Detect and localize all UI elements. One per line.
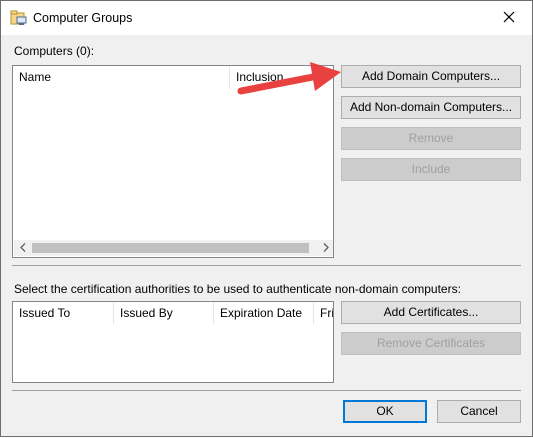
- computers-list[interactable]: Name Inclusion: [12, 65, 334, 258]
- close-button[interactable]: [486, 1, 532, 35]
- scroll-right-button[interactable]: [317, 240, 333, 256]
- certificates-list[interactable]: Issued To Issued By Expiration Date Fri: [12, 301, 334, 383]
- close-icon: [503, 11, 515, 26]
- column-header-issued-to[interactable]: Issued To: [13, 302, 113, 324]
- horizontal-scrollbar[interactable]: [14, 240, 333, 256]
- computers-label: Computers (0):: [14, 44, 95, 58]
- window-title: Computer Groups: [33, 11, 133, 25]
- cancel-button[interactable]: Cancel: [437, 400, 521, 423]
- column-header-inclusion[interactable]: Inclusion: [230, 66, 333, 88]
- certificates-label: Select the certification authorities to …: [14, 282, 461, 296]
- ok-button[interactable]: OK: [343, 400, 427, 423]
- column-header-issued-by[interactable]: Issued By: [114, 302, 213, 324]
- include-button[interactable]: Include: [341, 158, 521, 181]
- remove-certificates-button[interactable]: Remove Certificates: [341, 332, 521, 355]
- add-domain-computers-button[interactable]: Add Domain Computers...: [341, 65, 521, 88]
- separator: [12, 390, 521, 391]
- chevron-left-icon: [19, 241, 26, 255]
- computer-groups-dialog: Computer Groups Computers (0): Name Incl…: [0, 0, 533, 437]
- column-header-name[interactable]: Name: [13, 66, 229, 88]
- scrollbar-thumb[interactable]: [32, 243, 309, 253]
- title-bar: Computer Groups: [1, 1, 532, 35]
- column-header-expiration-date[interactable]: Expiration Date: [214, 302, 313, 324]
- add-certificates-button[interactable]: Add Certificates...: [341, 301, 521, 324]
- computer-groups-icon: [10, 10, 28, 26]
- separator: [12, 265, 521, 266]
- chevron-right-icon: [323, 241, 329, 255]
- remove-button[interactable]: Remove: [341, 127, 521, 150]
- add-non-domain-computers-button[interactable]: Add Non-domain Computers...: [341, 96, 521, 119]
- scroll-left-button[interactable]: [14, 240, 31, 256]
- column-header-friendly-name[interactable]: Fri: [314, 302, 333, 324]
